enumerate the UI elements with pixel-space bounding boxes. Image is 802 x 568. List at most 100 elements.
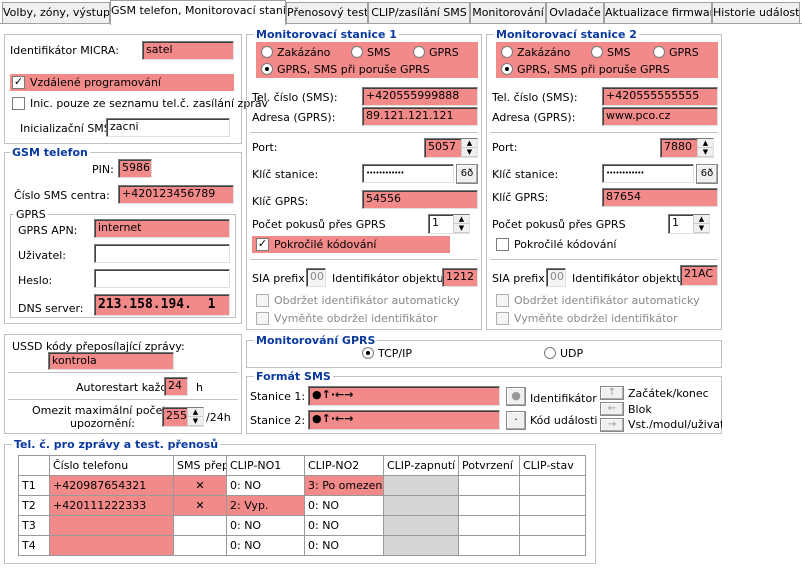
station2-obj-input[interactable]: 21AC — [680, 265, 718, 286]
clip-on-cell[interactable] — [383, 535, 459, 556]
station2-sia-input[interactable]: 00 — [546, 268, 566, 287]
station1-adv-checkbox[interactable]: ✓ — [256, 238, 269, 251]
station2-key-reveal-button[interactable]: 6ð — [696, 164, 718, 184]
tab-event-history[interactable]: Historie událostí — [712, 2, 800, 23]
tcp-radio[interactable] — [362, 347, 374, 359]
phone-cell[interactable] — [49, 535, 174, 556]
phone-cell[interactable] — [49, 515, 174, 536]
autorestart-input[interactable]: 24 — [164, 377, 188, 396]
confirm-cell[interactable] — [458, 515, 520, 536]
station1-change-checkbox[interactable] — [256, 312, 269, 325]
limit-spinner[interactable]: ▲ ▼ — [187, 408, 203, 426]
station1-attempts-spinner[interactable]: ▲ ▼ — [453, 215, 469, 233]
station2-gprs-key-input[interactable]: 87654 — [602, 188, 718, 207]
tab-firmware-update[interactable]: Aktualizace firmware — [604, 2, 712, 23]
clip2-cell[interactable]: 0: NO — [304, 515, 384, 536]
clip-on-cell[interactable] — [383, 495, 459, 516]
remote-programming-checkbox[interactable]: ✓ — [12, 76, 25, 89]
station1-addr-input[interactable]: 89.121.121.121 — [362, 107, 478, 126]
table-row[interactable]: T1 +420987654321 ✕ 0: NO 3: Po omezenou — [18, 475, 586, 496]
tab-transmission-test[interactable]: Přenosový test — [286, 2, 368, 23]
station1-radio-disabled[interactable] — [261, 46, 273, 58]
confirm-cell[interactable] — [458, 495, 520, 516]
station2-attempts-spinner[interactable]: ▲ ▼ — [693, 215, 709, 233]
tab-monitoring[interactable]: Monitorování — [470, 2, 546, 23]
apn-input[interactable]: internet — [94, 219, 230, 238]
clip1-cell[interactable]: 0: NO — [226, 535, 305, 556]
sms-cell[interactable]: ✕ — [173, 475, 227, 496]
station2-radio-gprs-sms[interactable] — [501, 63, 513, 75]
clip2-cell[interactable]: 0: NO — [304, 495, 384, 516]
sms-cell[interactable] — [173, 535, 227, 556]
station2-auto-checkbox[interactable] — [496, 294, 509, 307]
station1-key-input[interactable]: •••••••••••• — [362, 164, 454, 183]
station1-port-spinner[interactable]: ▲ ▼ — [461, 139, 477, 157]
sms-cell[interactable]: ✕ — [173, 495, 227, 516]
clip2-cell[interactable]: 3: Po omezenou — [304, 475, 384, 496]
tab-options-zones-outputs[interactable]: Volby, zóny, výstupy — [2, 2, 110, 23]
password-input[interactable] — [94, 269, 230, 288]
station1-attempts-label: Počet pokusů přes GPRS — [252, 218, 386, 231]
sms-format-input-button[interactable]: → — [600, 418, 624, 432]
station2-title: Monitorovací stanice 2 — [494, 28, 639, 41]
init-sms-input[interactable]: zacni — [106, 118, 230, 137]
clip1-cell[interactable]: 0: NO — [226, 515, 305, 536]
clip-state-cell[interactable] — [519, 495, 586, 516]
sms-cell[interactable] — [173, 515, 227, 536]
station1-key-reveal-button[interactable]: 6ð — [456, 164, 478, 184]
station1-tel-input[interactable]: +420555999888 — [362, 87, 478, 106]
table-row[interactable]: T4 0: NO 0: NO — [18, 535, 586, 556]
station2-tel-input[interactable]: +420555555555 — [602, 87, 718, 106]
sms-format-block-button[interactable]: ← — [600, 402, 624, 416]
station2-addr-input[interactable]: www.pco.cz — [602, 107, 718, 126]
user-input[interactable] — [94, 244, 230, 263]
clip1-cell[interactable]: 2: Vyp. — [226, 495, 305, 516]
clip-state-cell[interactable] — [519, 475, 586, 496]
confirm-cell[interactable] — [458, 535, 520, 556]
clip1-cell[interactable]: 0: NO — [226, 475, 305, 496]
udp-radio[interactable] — [544, 347, 556, 359]
sms-format-start-end-button[interactable]: ↑ — [600, 386, 624, 400]
init-list-checkbox[interactable] — [12, 97, 25, 110]
row-id: T4 — [18, 535, 50, 556]
clip-on-cell[interactable] — [383, 475, 459, 496]
station2-port-spinner[interactable]: ▲ ▼ — [697, 139, 713, 157]
tab-clip-sms[interactable]: CLIP/zasílání SMS — [368, 2, 470, 23]
sms-format-id-button[interactable]: ● — [506, 387, 526, 406]
tab-gsm-monitoring[interactable]: GSM telefon, Monitorovací stanice — [110, 0, 286, 25]
clip-on-cell[interactable] — [383, 515, 459, 536]
tab-controllers[interactable]: Ovladače — [546, 2, 604, 23]
phone-cell[interactable]: +420987654321 — [49, 475, 174, 496]
station2-radio-gprs[interactable] — [653, 46, 665, 58]
confirm-cell[interactable] — [458, 475, 520, 496]
station2-change-checkbox[interactable] — [496, 312, 509, 325]
phone-cell[interactable]: +420111222333 — [49, 495, 174, 516]
station1-radio-gprs-label: GPRS — [429, 46, 459, 59]
clip-state-cell[interactable] — [519, 515, 586, 536]
sms-format-code-button[interactable]: · — [506, 411, 526, 430]
station1-obj-input[interactable]: 1212 — [442, 268, 478, 287]
micra-id-input[interactable]: satel — [142, 41, 234, 60]
pin-input[interactable]: 5986 — [118, 159, 152, 178]
clip-state-cell[interactable] — [519, 535, 586, 556]
sms-format-st1-input[interactable]: ●↑·←→ — [308, 386, 500, 406]
station1-radio-sms[interactable] — [351, 46, 363, 58]
station2-divider2 — [490, 259, 718, 260]
sms-center-input[interactable]: +420123456789 — [118, 185, 234, 204]
station2-adv-checkbox[interactable] — [496, 238, 509, 251]
station1-radio-gprs[interactable] — [413, 46, 425, 58]
dns-input[interactable]: 213.158.194. 1 — [94, 294, 230, 316]
table-row[interactable]: T3 0: NO 0: NO — [18, 515, 586, 536]
table-row[interactable]: T2 +420111222333 ✕ 2: Vyp. 0: NO — [18, 495, 586, 516]
station2-radio-sms[interactable] — [591, 46, 603, 58]
station1-radio-gprs-sms[interactable] — [261, 63, 273, 75]
station2-key-input[interactable]: •••••••••••• — [602, 164, 694, 183]
station1-sia-input[interactable]: 00 — [306, 268, 326, 287]
station2-radio-disabled[interactable] — [501, 46, 513, 58]
station1-gprs-key-input[interactable]: 54556 — [362, 190, 478, 209]
ussd-input[interactable]: kontrola — [48, 352, 174, 370]
gprs-title: GPRS — [14, 208, 48, 221]
clip2-cell[interactable]: 0: NO — [304, 535, 384, 556]
station1-auto-checkbox[interactable] — [256, 294, 269, 307]
sms-format-st2-input[interactable]: ●↑·←→ — [308, 410, 500, 430]
